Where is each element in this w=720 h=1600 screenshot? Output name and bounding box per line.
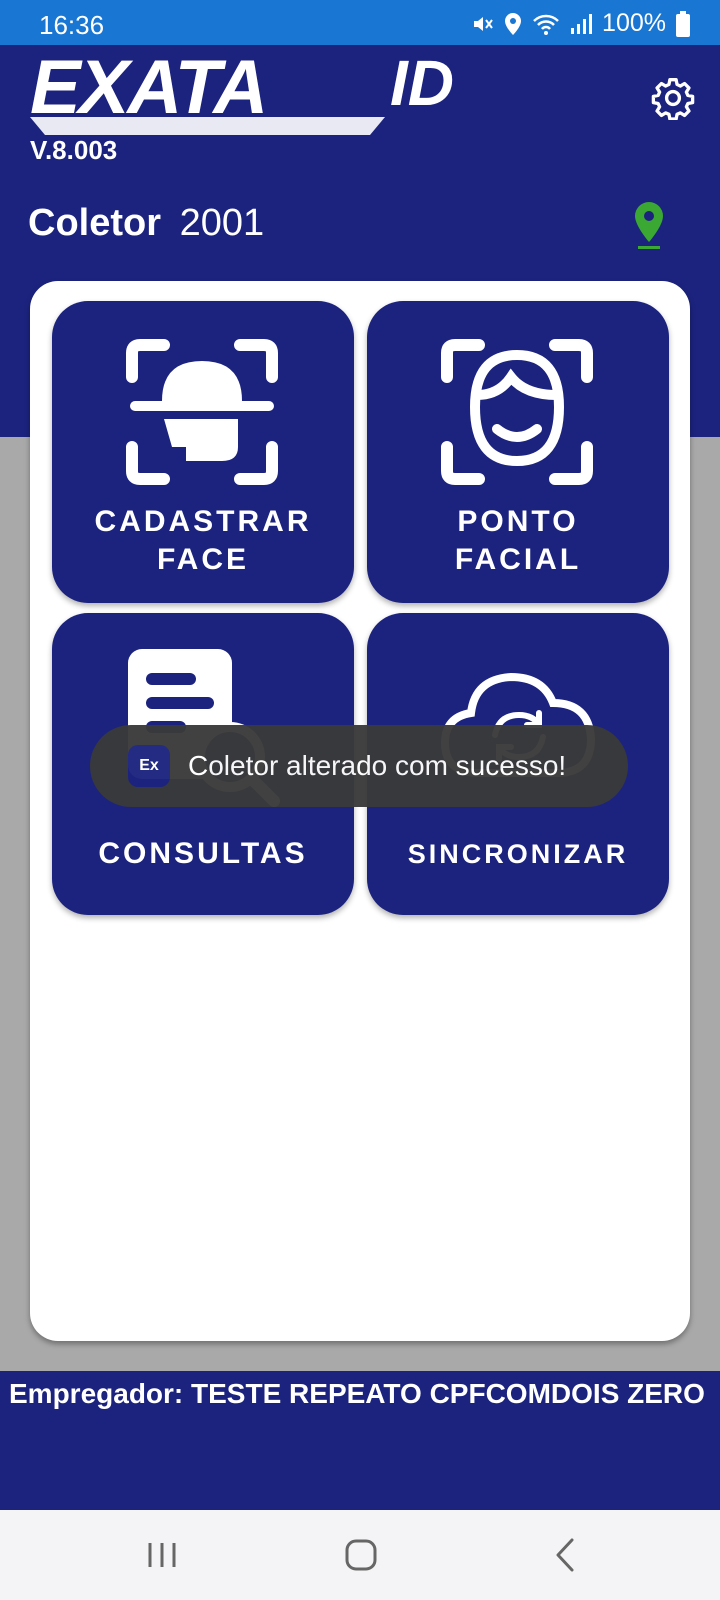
mute-icon — [474, 16, 493, 31]
collector-value: 2001 — [179, 202, 265, 244]
map-pin-icon[interactable] — [632, 200, 666, 250]
app-logo: EXATA ID — [30, 45, 500, 140]
signal-icon — [571, 13, 593, 34]
home-icon[interactable] — [344, 1535, 378, 1575]
employer-footer: Empregador: TESTE REPEATO CPFCOMDOIS ZER… — [0, 1371, 720, 1510]
facial-clock-in-button[interactable]: PONTO FACIAL — [367, 301, 669, 603]
system-nav-bar — [0, 1510, 720, 1600]
battery-percent: 100% — [602, 9, 666, 37]
toast-message: Coletor alterado com sucesso! — [188, 750, 567, 781]
collector-info: Coletor 2001 — [28, 202, 264, 245]
toast-notification: Ex Coletor alterado com sucesso! — [90, 725, 628, 807]
face-scan-icon — [126, 339, 278, 485]
back-icon[interactable] — [548, 1535, 582, 1575]
main-card: CADASTRAR FACE PONTO FACIAL CONSULTAS SI… — [30, 281, 690, 1341]
gear-icon[interactable] — [651, 76, 695, 120]
app-badge-icon: Ex — [128, 745, 170, 787]
wifi-icon — [533, 14, 559, 35]
employer-text: Empregador: TESTE REPEATO CPFCOMDOIS ZER… — [9, 1378, 705, 1409]
collector-label: Coletor — [28, 202, 161, 244]
register-face-label: CADASTRAR FACE — [94, 505, 312, 576]
status-icons: 100% — [470, 9, 690, 38]
register-face-button[interactable]: CADASTRAR FACE — [52, 301, 354, 603]
facial-clock-in-label: PONTO FACIAL — [454, 505, 582, 576]
recent-apps-icon[interactable] — [146, 1535, 180, 1575]
queries-label: CONSULTAS — [98, 837, 308, 870]
face-recognition-icon — [441, 339, 593, 485]
status-time: 16:36 — [39, 10, 105, 40]
svg-text:ID: ID — [390, 55, 454, 119]
status-bar: 16:36 100% — [0, 0, 720, 45]
battery-icon — [676, 10, 690, 37]
location-icon — [505, 12, 522, 35]
app-version: V.8.003 — [30, 135, 118, 165]
synchronize-label: SINCRONIZAR — [407, 839, 629, 869]
